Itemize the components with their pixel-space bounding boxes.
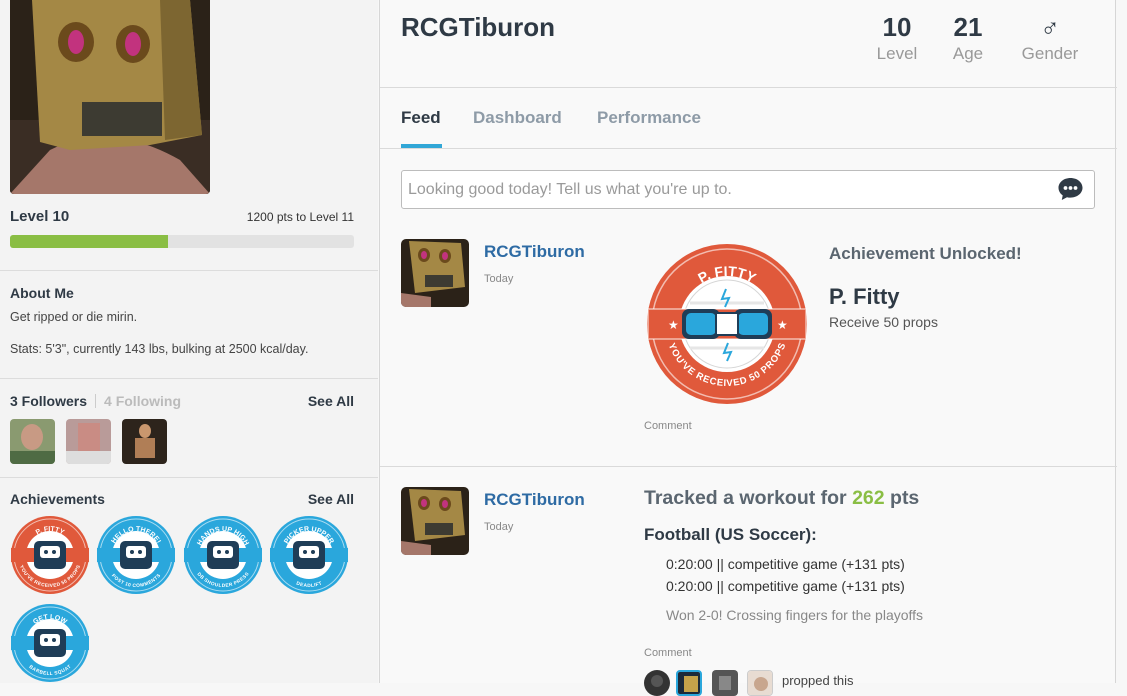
propper-avatar[interactable]	[644, 670, 670, 696]
workout-headline-suffix: pts	[890, 487, 920, 509]
tab-dashboard[interactable]: Dashboard	[473, 108, 562, 128]
level-stat: 10 Level	[873, 12, 921, 64]
achievement-badge-icon[interactable]: P. FITTY YOU'VE RECEIVED 50 PROPS	[10, 515, 90, 595]
workout-note: Won 2-0! Crossing fingers for the playof…	[666, 607, 924, 623]
achievement-badge-icon[interactable]: GET LOW BARBELL SQUAT	[10, 603, 90, 683]
workout-set: 0:20:00 || competitive game (+131 pts)	[666, 556, 905, 572]
followers-link[interactable]: 3 Followers	[10, 393, 87, 409]
achievement-badge-icon[interactable]: PICKER UPPER DEADLIFT	[269, 515, 349, 595]
tab-feed[interactable]: Feed	[401, 108, 441, 128]
level-value: 10	[882, 12, 912, 42]
post-username[interactable]: RCGTiburon	[484, 242, 585, 262]
main-panel: RCGTiburon 10 Level 21 Age ♂ Gender Feed…	[379, 0, 1117, 696]
about-me-title: About Me	[10, 285, 74, 301]
gender-stat: ♂ Gender	[1017, 12, 1083, 64]
separator	[95, 394, 97, 408]
achievement-description: Receive 50 props	[829, 314, 938, 330]
achievement-title: P. Fitty	[829, 284, 900, 309]
divider	[0, 270, 378, 271]
propped-this-text: propped this	[782, 673, 854, 688]
follower-avatar[interactable]	[66, 419, 111, 464]
post-avatar[interactable]	[401, 239, 469, 307]
achievement-headline: Achievement Unlocked!	[829, 244, 1022, 263]
comment-link[interactable]: Comment	[644, 420, 692, 432]
sidebar: Level 10 1200 pts to Level 11 About Me G…	[0, 0, 378, 683]
following-link[interactable]: 4 Following	[104, 393, 181, 409]
achievements-header: Achievements See All	[10, 491, 354, 507]
profile-avatar[interactable]	[10, 0, 210, 194]
post-timestamp: Today	[484, 273, 514, 285]
post-avatar[interactable]	[401, 487, 469, 555]
age-value: 21	[953, 12, 983, 42]
follower-avatar[interactable]	[122, 419, 167, 464]
workout-headline: Tracked a workout for 262 pts	[644, 487, 919, 510]
workout-sport: Football (US Soccer):	[644, 525, 817, 544]
status-update-input[interactable]	[401, 170, 1095, 209]
follow-row: 3 Followers 4 Following See All	[10, 393, 354, 409]
about-me-text: Get ripped or die mirin.	[10, 310, 138, 324]
svg-text:★: ★	[668, 318, 679, 332]
followers-see-all-link[interactable]: See All	[308, 393, 354, 409]
propper-avatar[interactable]	[676, 670, 702, 696]
level-row: Level 10 1200 pts to Level 11	[10, 208, 354, 225]
p-fitty-badge-icon[interactable]: ★ ★ P. FITTY YOU'VE RECEIVED 50 PROPS	[646, 243, 808, 405]
workout-points: 262	[852, 487, 885, 509]
achievement-badge-icon[interactable]: HELLO THERE! POST 10 COMMENTS	[96, 515, 176, 595]
divider	[380, 148, 1117, 149]
tab-performance[interactable]: Performance	[597, 108, 701, 128]
post-timestamp: Today	[484, 521, 514, 533]
level-progress-bar	[10, 235, 354, 248]
pts-to-next-level: 1200 pts to Level 11	[246, 210, 354, 224]
age-stat-label: Age	[952, 44, 984, 63]
achievements-see-all-link[interactable]: See All	[308, 491, 354, 507]
divider	[380, 87, 1117, 88]
level-label: Level 10	[10, 208, 70, 225]
divider	[380, 466, 1117, 467]
level-progress-fill	[10, 235, 169, 248]
gender-stat-label: Gender	[1021, 44, 1079, 63]
svg-text:★: ★	[777, 318, 788, 332]
age-stat: 21 Age	[946, 12, 990, 64]
propper-avatar[interactable]	[712, 670, 738, 696]
profile-name: RCGTiburon	[401, 12, 556, 42]
post-username[interactable]: RCGTiburon	[484, 490, 585, 510]
workout-set: 0:20:00 || competitive game (+131 pts)	[666, 578, 905, 594]
stats-text: Stats: 5'3", currently 143 lbs, bulking …	[10, 342, 309, 356]
comment-link[interactable]: Comment	[644, 647, 692, 659]
propper-avatar[interactable]	[747, 670, 773, 696]
speech-bubble-icon[interactable]	[1057, 177, 1084, 201]
divider	[0, 477, 378, 478]
achievement-badge-icon[interactable]: HANDS UP HIGH DB SHOULDER PRESS	[183, 515, 263, 595]
divider	[0, 378, 378, 379]
achievements-title: Achievements	[10, 491, 105, 507]
workout-headline-prefix: Tracked a workout for	[644, 487, 847, 509]
follower-avatar[interactable]	[10, 419, 55, 464]
level-stat-label: Level	[876, 44, 918, 63]
male-icon: ♂	[1040, 12, 1060, 42]
